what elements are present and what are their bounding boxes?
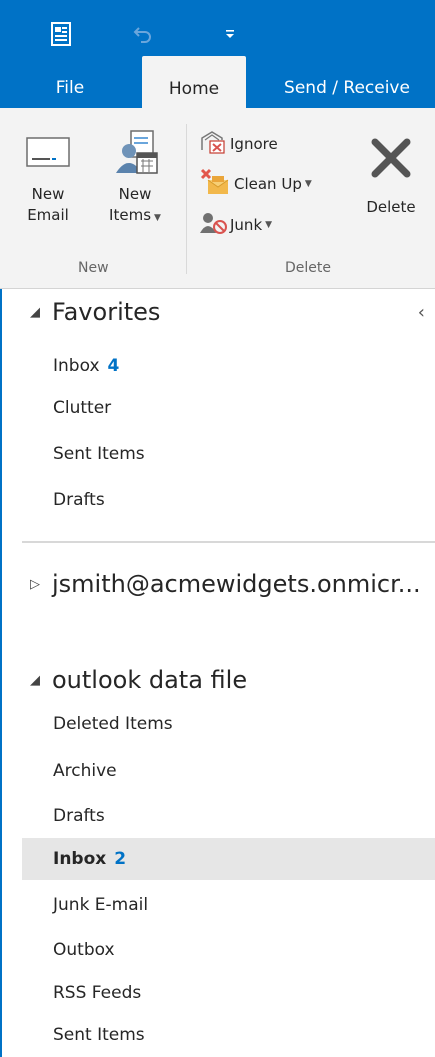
- expanded-triangle-icon: ◢: [30, 672, 40, 688]
- outlook-app-icon[interactable]: [46, 20, 76, 48]
- folder-label: Archive: [53, 761, 117, 781]
- folder-label: Junk E-mail: [53, 895, 149, 915]
- delete-button[interactable]: Delete: [355, 130, 427, 218]
- section-divider: [22, 541, 435, 543]
- ignore-icon: [200, 130, 230, 158]
- datafile-item-junk[interactable]: Junk E-mail: [22, 884, 435, 926]
- junk-icon: [200, 211, 230, 239]
- unread-count: 2: [114, 849, 127, 869]
- group-separator: [186, 124, 187, 274]
- unread-count: 4: [107, 356, 120, 376]
- folder-label: Inbox: [53, 356, 100, 376]
- datafile-item-deleted[interactable]: Deleted Items: [22, 703, 435, 745]
- folder-label: Deleted Items: [53, 714, 173, 734]
- envelope-icon: [20, 128, 76, 176]
- datafile-item-drafts[interactable]: Drafts: [22, 795, 435, 837]
- folder-label: Inbox: [53, 849, 107, 869]
- tab-send-receive[interactable]: Send / Receive: [262, 68, 432, 108]
- new-items-label-line2: Items ▼: [92, 205, 178, 229]
- pane-accent-edge: [0, 289, 2, 1057]
- ribbon: New Email New Items ▼ Ignore Clean Up ▼ …: [0, 108, 435, 289]
- collapse-pane-icon[interactable]: ‹: [418, 302, 425, 323]
- folder-label: Drafts: [53, 490, 105, 510]
- folder-label: Drafts: [53, 806, 105, 826]
- chevron-down-icon: ▼: [304, 179, 312, 189]
- folder-label: Outbox: [53, 940, 115, 960]
- datafile-header-label: outlook data file: [52, 666, 248, 694]
- clean-up-button[interactable]: Clean Up ▼: [200, 168, 312, 200]
- favorites-item-drafts[interactable]: Drafts: [22, 479, 435, 521]
- new-email-button[interactable]: New Email: [20, 128, 76, 226]
- new-email-label-line2: Email: [27, 206, 69, 224]
- datafile-item-sent[interactable]: Sent Items: [22, 1014, 435, 1056]
- folder-label: Clutter: [53, 398, 112, 418]
- customize-toolbar-icon[interactable]: [215, 20, 245, 48]
- datafile-item-inbox[interactable]: Inbox 2: [22, 838, 435, 880]
- datafile-item-rss[interactable]: RSS Feeds: [22, 972, 435, 1014]
- datafile-item-archive[interactable]: Archive: [22, 750, 435, 792]
- delete-label: Delete: [366, 198, 416, 216]
- undo-icon[interactable]: [128, 20, 158, 48]
- ignore-button[interactable]: Ignore: [200, 130, 278, 158]
- folder-label: Sent Items: [53, 444, 145, 464]
- group-label-new: New: [78, 260, 109, 276]
- chevron-down-icon: ▼: [154, 213, 161, 223]
- favorites-item-sent[interactable]: Sent Items: [22, 433, 435, 475]
- folder-label: RSS Feeds: [53, 983, 142, 1003]
- account-header-label: jsmith@acmewidgets.onmicr...: [52, 570, 421, 598]
- favorites-item-clutter[interactable]: Clutter: [22, 387, 435, 429]
- new-items-text: Items: [109, 206, 152, 224]
- new-email-label-line1: New: [31, 185, 65, 203]
- new-items-icon: [92, 128, 178, 176]
- clean-up-label: Clean Up: [234, 175, 302, 193]
- favorites-header[interactable]: ◢ Favorites: [30, 298, 160, 326]
- ignore-label: Ignore: [230, 135, 278, 153]
- tab-file[interactable]: File: [40, 68, 100, 108]
- expanded-triangle-icon: ◢: [30, 304, 40, 320]
- ribbon-tabs: File Home Send / Receive: [0, 56, 435, 108]
- clean-up-icon: [200, 168, 234, 200]
- tab-home[interactable]: Home: [142, 56, 246, 108]
- new-items-button[interactable]: New Items ▼: [92, 128, 178, 229]
- chevron-down-icon: ▼: [265, 220, 273, 230]
- collapsed-triangle-icon: ▷: [30, 576, 40, 592]
- junk-label: Junk: [230, 216, 263, 234]
- favorites-item-inbox[interactable]: Inbox 4: [22, 345, 435, 387]
- group-label-delete: Delete: [285, 260, 331, 276]
- datafile-item-outbox[interactable]: Outbox: [22, 929, 435, 971]
- folder-label: Sent Items: [53, 1025, 145, 1045]
- junk-button[interactable]: Junk ▼: [200, 211, 272, 239]
- delete-x-icon: [355, 130, 427, 186]
- datafile-header[interactable]: ◢ outlook data file: [30, 666, 247, 694]
- favorites-header-label: Favorites: [52, 298, 161, 326]
- new-items-label-line1: New: [118, 185, 152, 203]
- account-header[interactable]: ▷ jsmith@acmewidgets.onmicr...: [30, 570, 421, 598]
